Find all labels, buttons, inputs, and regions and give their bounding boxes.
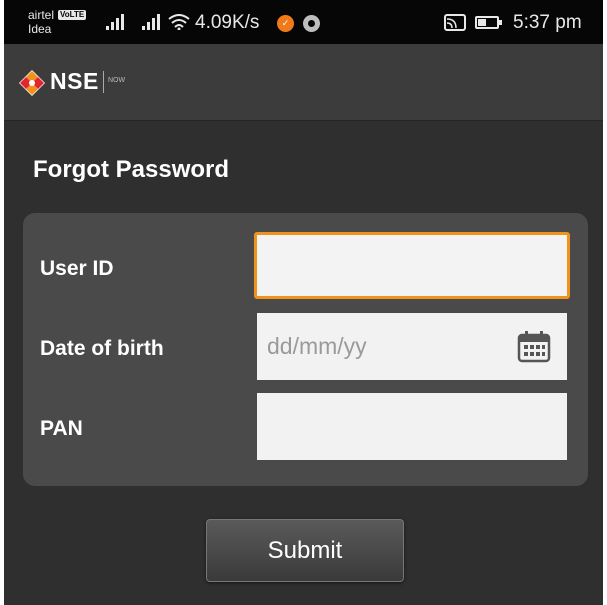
signal-icon (106, 14, 124, 30)
wifi-icon (168, 14, 190, 30)
submit-button[interactable]: Submit (206, 519, 404, 582)
carrier-info: airtel VoLTE Idea (28, 8, 87, 36)
carrier-secondary: Idea (28, 22, 52, 36)
user-id-input[interactable] (254, 232, 570, 299)
signal-icon (142, 14, 160, 30)
app-header: NSE NOW (4, 44, 603, 121)
chrome-icon (303, 15, 320, 32)
uc-browser-icon: ✓ (277, 15, 294, 32)
logo-subtext: NOW (108, 77, 126, 84)
clock: 5:37 pm (513, 12, 582, 33)
cast-icon (444, 14, 466, 31)
date-of-birth-label: Date of birth (40, 337, 164, 360)
battery-icon (475, 16, 502, 29)
volte-badge: VoLTE (58, 10, 87, 20)
network-speed: 4.09K/s (195, 12, 260, 33)
carrier-primary: airtel (28, 8, 55, 22)
logo-text: NSE (50, 68, 99, 94)
calendar-icon[interactable] (517, 331, 551, 363)
forgot-password-form: User ID Date of birth PAN (23, 213, 588, 486)
pan-input[interactable] (257, 393, 567, 460)
status-bar: airtel VoLTE Idea 4.09K/s ✓ 5:37 pm (4, 0, 603, 44)
nse-logo-icon (19, 70, 45, 96)
page-title: Forgot Password (33, 156, 230, 183)
logo-divider (103, 71, 104, 93)
user-id-label: User ID (40, 257, 114, 280)
phone-screen: airtel VoLTE Idea 4.09K/s ✓ 5:37 pm NSE … (4, 0, 603, 605)
pan-label: PAN (40, 417, 83, 440)
